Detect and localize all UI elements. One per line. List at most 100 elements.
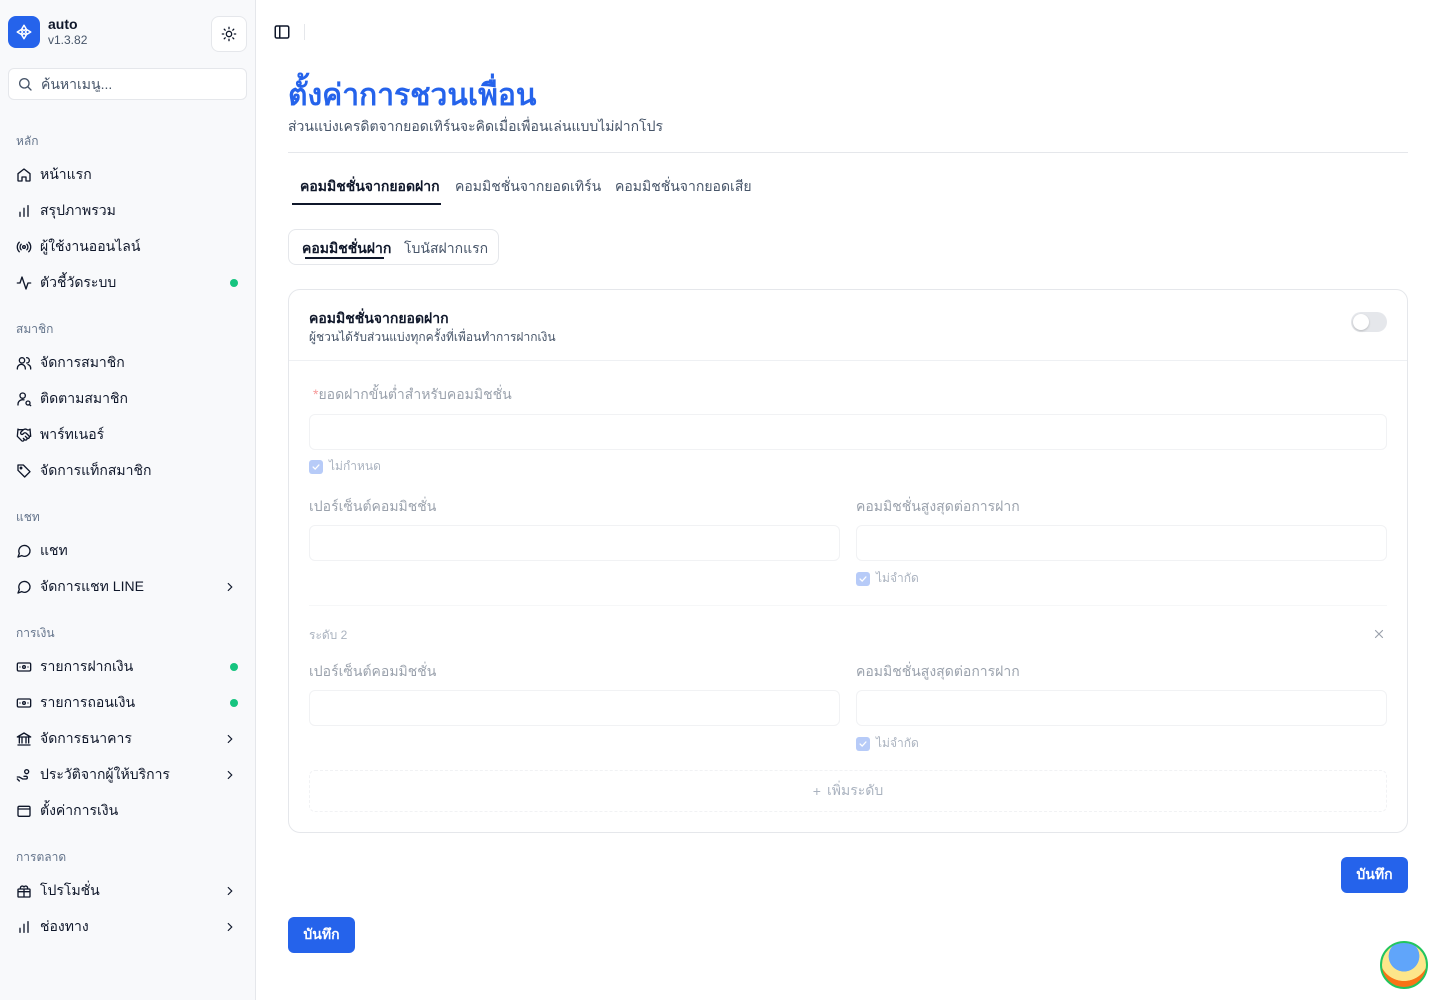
header-divider: [288, 152, 1408, 153]
wallet-icon: [16, 803, 32, 819]
user-search-icon: [16, 391, 32, 407]
sidebar-item-label: รายการถอนเงิน: [40, 694, 136, 710]
sidebar-item-label: หน้าแรก: [40, 166, 92, 182]
status-dot: [230, 663, 238, 671]
active-tab-indicator: [292, 203, 441, 205]
sidebar-item-withdrawals[interactable]: รายการถอนเงิน: [8, 687, 248, 719]
sidebar-item-label: ช่องทาง: [40, 918, 89, 934]
tab-turnover-commission[interactable]: คอมมิชชั่นจากยอดเทิร์น: [455, 176, 601, 206]
unlimited-checkbox-level-2[interactable]: ไม่จำกัด: [856, 734, 919, 753]
group-label-members: สมาชิก: [16, 322, 54, 336]
sidebar-item-partners[interactable]: พาร์ทเนอร์: [8, 419, 248, 451]
search-input[interactable]: [41, 76, 231, 92]
min-deposit-unset-checkbox[interactable]: ไม่กำหนด: [309, 457, 381, 476]
radio-icon: [16, 239, 32, 255]
sidebar-item-banks[interactable]: จัดการธนาคาร: [8, 723, 248, 755]
subtab-group: คอมมิชชั่นฝาก โบนัสฝากแรก: [288, 229, 499, 265]
sidebar-item-provider-history[interactable]: ประวัติจากผู้ให้บริการ: [8, 759, 248, 791]
withdraw-icon: [16, 695, 32, 711]
max-commission-label: คอมมิชชั่นสูงสุดต่อการฝาก: [856, 498, 1020, 514]
card-title: คอมมิชชั่นจากยอดฝาก: [309, 310, 449, 326]
percent-input-level-2[interactable]: [309, 690, 840, 726]
menu-search[interactable]: [8, 68, 247, 100]
percent-input-level-1[interactable]: [309, 525, 840, 561]
enable-toggle[interactable]: [1351, 312, 1387, 332]
sidebar-item-finance-settings[interactable]: ตั้งค่าการเงิน: [8, 795, 248, 827]
sidebar-item-label: ประวัติจากผู้ให้บริการ: [40, 766, 170, 782]
status-dot: [230, 699, 238, 707]
theme-toggle-button[interactable]: [211, 16, 247, 52]
remove-level-button[interactable]: [1371, 626, 1387, 642]
topbar-separator: [304, 24, 305, 40]
checkbox-label: ไม่กำหนด: [329, 459, 381, 473]
tag-icon: [16, 463, 32, 479]
handshake-icon: [16, 427, 32, 443]
commission-card: คอมมิชชั่นจากยอดฝาก ผู้ชวนได้รับส่วนแบ่ง…: [288, 289, 1408, 833]
percent-label: เปอร์เซ็นต์คอมมิชชั่น: [309, 663, 437, 679]
add-level-button[interactable]: + เพิ่มระดับ: [309, 770, 1387, 812]
sidebar-item-label: รายการฝากเงิน: [40, 658, 134, 674]
message-circle-icon: [16, 579, 32, 595]
brand-logo-icon: [8, 16, 40, 48]
min-deposit-input[interactable]: [309, 414, 1387, 450]
check-icon: [856, 571, 870, 586]
percent-label: เปอร์เซ็นต์คอมมิชชั่น: [309, 498, 437, 514]
add-level-label: เพิ่มระดับ: [826, 782, 884, 798]
search-icon: [19, 78, 32, 91]
sidebar-item-deposits[interactable]: รายการฝากเงิน: [8, 651, 248, 683]
page-subtitle: ส่วนแบ่งเครดิตจากยอดเทิร์นจะคิดเมื่อเพื่…: [288, 118, 663, 134]
save-button-page[interactable]: บันทึก: [288, 917, 355, 953]
sidebar-item-overview[interactable]: สรุปภาพรวม: [8, 195, 248, 227]
page-title: ตั้งค่าการชวนเพื่อน: [288, 79, 537, 112]
brand[interactable]: auto v1.3.82: [8, 16, 87, 48]
sidebar-item-label: ตัวชี้วัดระบบ: [40, 274, 117, 290]
save-button-card[interactable]: บันทึก: [1341, 857, 1408, 893]
gift-icon: [16, 883, 32, 899]
app-name: auto: [48, 16, 78, 32]
sidebar-item-track-members[interactable]: ติดตามสมาชิก: [8, 383, 248, 415]
deposit-icon: [16, 659, 32, 675]
sidebar-item-member-tags[interactable]: จัดการแท็กสมาชิก: [8, 455, 248, 487]
tab-loss-commission[interactable]: คอมมิชชั่นจากยอดเสีย: [615, 176, 752, 206]
check-icon: [309, 459, 323, 474]
sidebar-toggle-button[interactable]: [272, 22, 292, 42]
chevron-right-icon: [222, 883, 238, 899]
app-version: v1.3.82: [48, 33, 88, 47]
sidebar-item-label: ติดตามสมาชิก: [40, 390, 128, 406]
sidebar-item-home[interactable]: หน้าแรก: [8, 159, 248, 191]
sidebar-item-label: จัดการธนาคาร: [40, 730, 132, 746]
sidebar-item-online-users[interactable]: ผู้ใช้งานออนไลน์: [8, 231, 248, 263]
max-commission-label: คอมมิชชั่นสูงสุดต่อการฝาก: [856, 663, 1020, 679]
max-commission-input-level-1[interactable]: [856, 525, 1387, 561]
sun-icon: [221, 26, 237, 42]
checkbox-label: ไม่จำกัด: [876, 571, 919, 585]
max-commission-input-level-2[interactable]: [856, 690, 1387, 726]
users-icon: [16, 355, 32, 371]
group-label-main: หลัก: [16, 134, 39, 148]
home-icon: [16, 167, 32, 183]
sidebar-item-promotions[interactable]: โปรโมชั่น: [8, 875, 248, 907]
card-header: คอมมิชชั่นจากยอดฝาก ผู้ชวนได้รับส่วนแบ่ง…: [289, 290, 1407, 361]
sidebar-item-label: โปรโมชั่น: [40, 882, 100, 898]
close-icon: [1374, 629, 1384, 639]
plus-icon: +: [812, 783, 821, 799]
sidebar-item-line-chat[interactable]: จัดการแชท LINE: [8, 571, 248, 603]
sidebar-item-manage-members[interactable]: จัดการสมาชิก: [8, 347, 248, 379]
group-label-finance: การเงิน: [16, 626, 55, 640]
user-avatar[interactable]: [1380, 941, 1428, 989]
sidebar-item-label: สรุปภาพรวม: [40, 202, 116, 218]
group-label-chat: แชท: [16, 510, 40, 524]
sidebar-item-chat[interactable]: แชท: [8, 535, 248, 567]
tab-deposit-commission[interactable]: คอมมิชชั่นจากยอดฝาก: [300, 176, 440, 206]
sidebar-item-label: พาร์ทเนอร์: [40, 426, 105, 442]
sidebar-item-label: แชท: [40, 542, 68, 558]
panel-left-icon: [274, 25, 290, 39]
chevron-right-icon: [222, 919, 238, 935]
unlimited-checkbox-level-1[interactable]: ไม่จำกัด: [856, 569, 919, 588]
sidebar-item-system-metrics[interactable]: ตัวชี้วัดระบบ: [8, 267, 248, 299]
card-description: ผู้ชวนได้รับส่วนแบ่งทุกครั้งที่เพื่อนทำก…: [309, 330, 556, 344]
subtab-first-deposit-bonus[interactable]: โบนัสฝากแรก: [404, 238, 488, 260]
activity-icon: [16, 275, 32, 291]
sidebar-item-channels[interactable]: ช่องทาง: [8, 911, 248, 943]
check-icon: [856, 736, 870, 751]
